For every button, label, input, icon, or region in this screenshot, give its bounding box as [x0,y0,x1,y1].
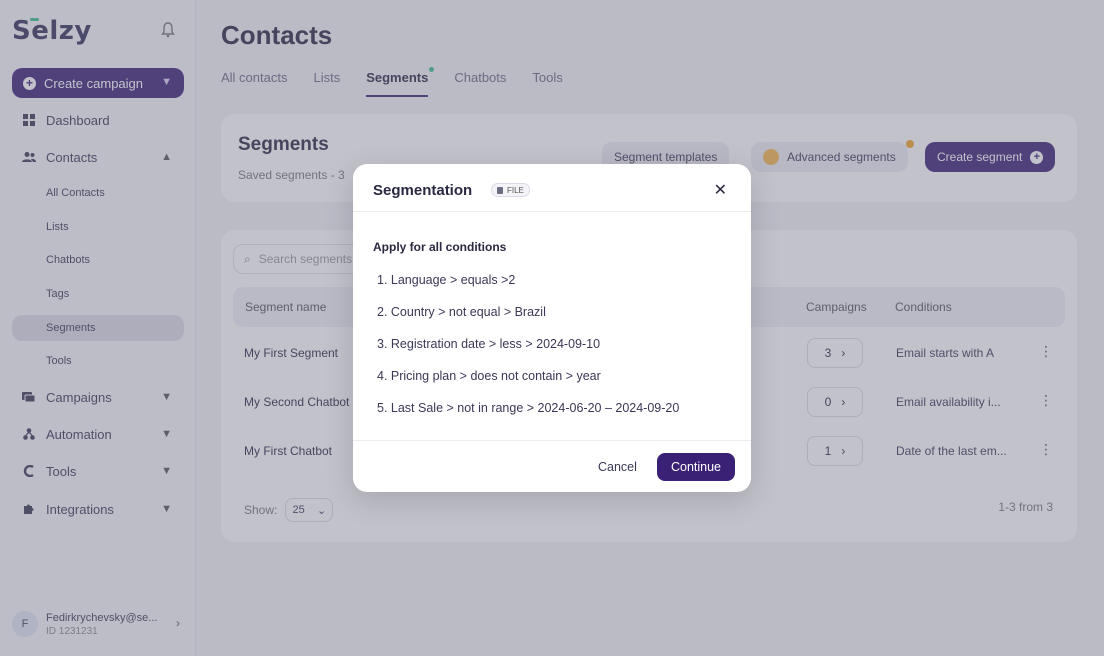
modal-title: Segmentation [373,182,473,199]
modal-header: Segmentation FILE ✕ [353,164,751,212]
continue-button[interactable]: Continue [657,453,735,481]
condition-item: 2. Country > not equal > Brazil [377,305,546,319]
modal-footer: Cancel Continue [353,440,751,492]
cancel-button[interactable]: Cancel [598,460,637,474]
modal-subtitle: Apply for all conditions [373,240,507,254]
file-icon [497,186,503,194]
condition-item: 1. Language > equals >2 [377,273,516,287]
condition-item: 5. Last Sale > not in range > 2024-06-20… [377,401,680,415]
segmentation-modal: Segmentation FILE ✕ Apply for all condit… [353,164,751,492]
condition-item: 3. Registration date > less > 2024-09-10 [377,337,601,351]
condition-item: 4. Pricing plan > does not contain > yea… [377,369,601,383]
file-badge-label: FILE [507,185,524,195]
close-icon[interactable]: ✕ [714,180,727,200]
conditions-list: 1. Language > equals >2 2. Country > not… [377,271,679,431]
file-badge: FILE [491,183,530,197]
